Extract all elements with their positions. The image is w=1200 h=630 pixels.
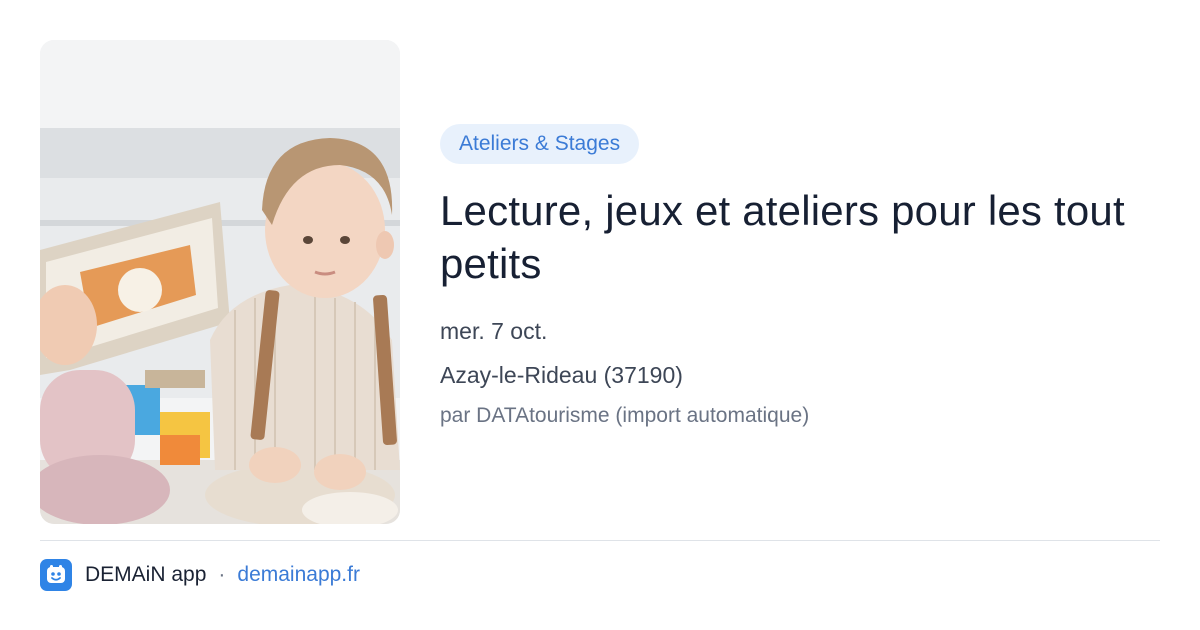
event-date: mer. 7 oct. (440, 318, 548, 344)
child-reading-photo (40, 40, 400, 524)
event-location: Azay-le-Rideau (37190) (440, 362, 683, 388)
event-details: Ateliers & Stages Lecture, jeux et ateli… (440, 124, 1140, 430)
event-title: Lecture, jeux et ateliers pour les tout … (440, 187, 1125, 287)
app-name: DEMAiN app (85, 563, 207, 586)
site-link[interactable]: demainapp.fr (237, 563, 360, 587)
category-badge[interactable]: Ateliers & Stages (440, 124, 640, 164)
event-source: par DATAtourisme (import automatique) (440, 404, 810, 427)
footer-separator: · (218, 563, 226, 586)
footer: DEMAiN app · demainapp.fr (40, 558, 360, 592)
event-photo (40, 40, 400, 524)
demain-app-logo-icon (40, 559, 72, 591)
footer-divider (40, 540, 1160, 541)
